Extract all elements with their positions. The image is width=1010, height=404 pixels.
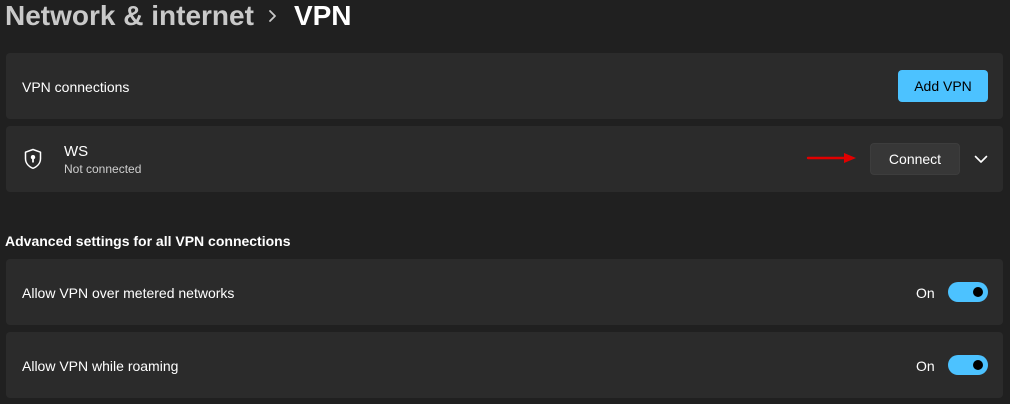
chevron-right-icon bbox=[268, 9, 278, 23]
vpn-status: Not connected bbox=[64, 162, 142, 176]
toggle-knob bbox=[973, 287, 983, 297]
metered-toggle[interactable] bbox=[948, 282, 988, 302]
breadcrumb: Network & internet VPN bbox=[5, 0, 352, 38]
setting-label: Allow VPN over metered networks bbox=[22, 285, 235, 301]
red-arrow-icon bbox=[806, 150, 858, 166]
breadcrumb-network-internet[interactable]: Network & internet bbox=[5, 0, 254, 38]
vpn-entry-ws[interactable]: WS Not connected Connect bbox=[6, 126, 1003, 192]
vpn-name: WS bbox=[64, 143, 89, 160]
connect-button[interactable]: Connect bbox=[870, 143, 960, 175]
page-title: VPN bbox=[293, 0, 352, 31]
toggle-state-label: On bbox=[916, 358, 935, 374]
setting-row-metered: Allow VPN over metered networks On bbox=[6, 259, 1003, 325]
setting-row-roaming: Allow VPN while roaming On bbox=[6, 332, 1003, 398]
setting-label: Allow VPN while roaming bbox=[22, 358, 179, 374]
advanced-settings-heading: Advanced settings for all VPN connection… bbox=[5, 233, 291, 249]
vpn-settings-page: Network & internet VPN VPN connections A… bbox=[0, 0, 1010, 404]
chevron-down-icon[interactable] bbox=[972, 150, 990, 168]
vpn-connections-label: VPN connections bbox=[22, 79, 130, 95]
toggle-knob bbox=[973, 360, 983, 370]
roaming-toggle[interactable] bbox=[948, 355, 988, 375]
toggle-state-label: On bbox=[916, 285, 935, 301]
add-vpn-button[interactable]: Add VPN bbox=[898, 70, 988, 102]
shield-lock-icon bbox=[23, 148, 43, 170]
vpn-connections-card: VPN connections Add VPN bbox=[6, 53, 1003, 119]
